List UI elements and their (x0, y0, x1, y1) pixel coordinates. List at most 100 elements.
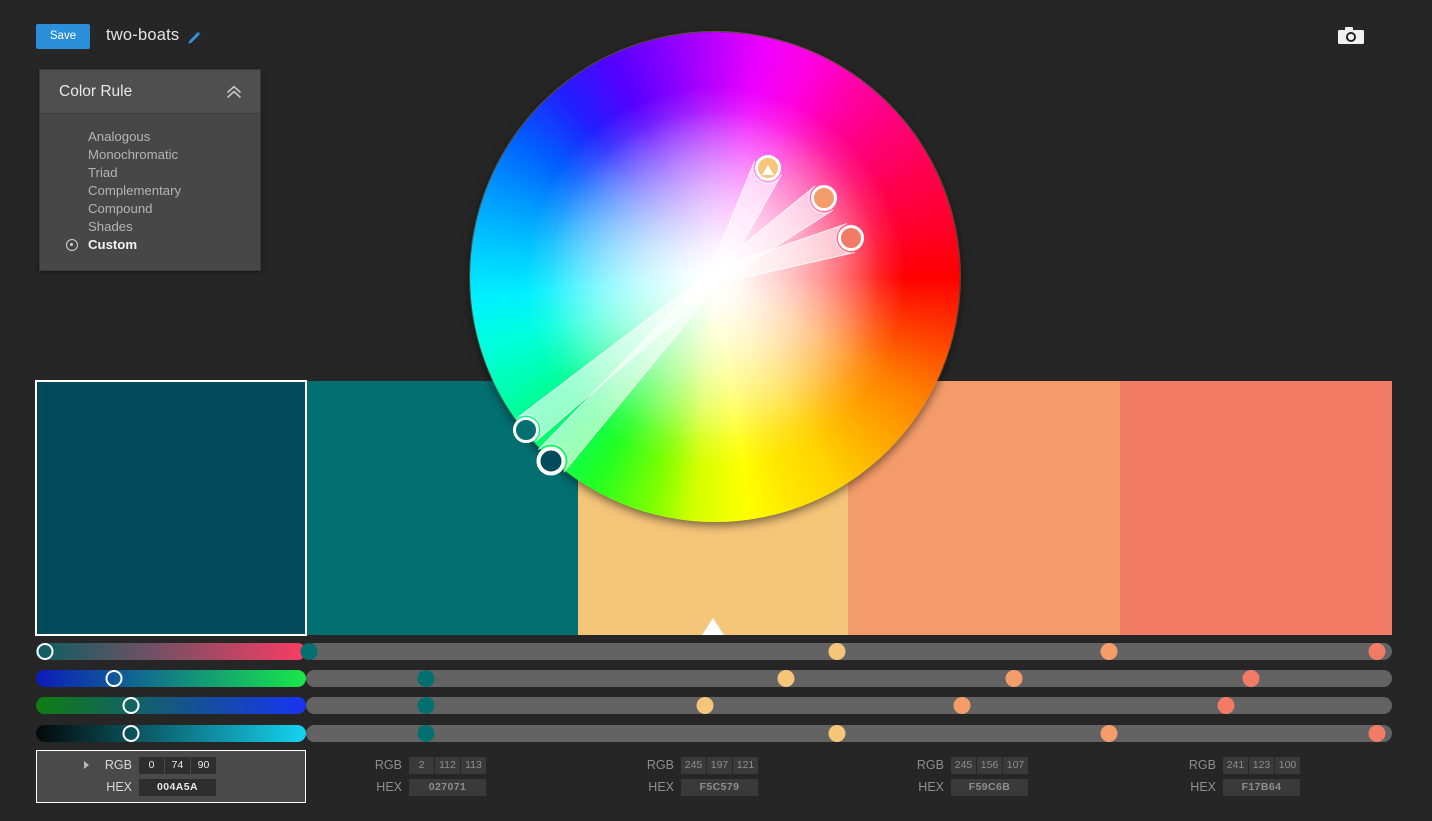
wheel-marker-stem-2 (516, 270, 721, 443)
document-title: two-boats (106, 26, 180, 44)
rgb-channel-g-field[interactable]: 112 (435, 756, 460, 774)
rgb-channel-g-field[interactable]: 123 (1249, 756, 1274, 774)
rgb-channel-r-field[interactable]: 0 (139, 756, 164, 774)
hex-value-field[interactable]: 027071 (409, 778, 486, 796)
rule-option-label: Custom (88, 237, 138, 252)
rgb-channel-b-field[interactable]: 107 (1003, 756, 1028, 774)
blue-slider-handle-4[interactable] (953, 697, 971, 714)
hex-readout-row: HEX F59C6B (910, 778, 1029, 796)
expand-triangle-icon[interactable] (84, 761, 89, 769)
rule-option-custom[interactable]: Custom (40, 236, 260, 254)
rgb-channel-b-field[interactable]: 113 (461, 756, 486, 774)
rule-option-shades[interactable]: Shades (40, 218, 260, 236)
green-slider[interactable] (36, 668, 1392, 689)
hex-readout-row: HEX F17B64 (1182, 778, 1301, 796)
red-slider[interactable] (36, 641, 1392, 662)
brightness-slider-handle-3[interactable] (828, 725, 846, 742)
rgb-label: RGB (104, 758, 132, 772)
palette-swatch-5[interactable] (1120, 381, 1392, 635)
brightness-slider[interactable] (36, 723, 1392, 744)
hex-value-field[interactable]: 004A5A (139, 778, 216, 796)
color-wheel[interactable] (470, 32, 960, 522)
red-slider-handle-3[interactable] (828, 643, 846, 660)
color-readout-4[interactable]: RGB 245 156 107 HEX F59C6B (848, 750, 1120, 803)
green-slider-handle-1[interactable] (105, 670, 123, 687)
blue-slider[interactable] (36, 695, 1392, 716)
rule-option-complementary[interactable]: Complementary (40, 182, 260, 200)
rgb-channel-b-field[interactable]: 90 (191, 756, 216, 774)
green-slider-handle-4[interactable] (1005, 670, 1023, 687)
color-value-readouts: RGB 0 74 90 HEX 004A5A RGB 2 112 113 HEX 027071 RGB 2… (36, 750, 1392, 803)
hex-value-field[interactable]: F17B64 (1223, 778, 1300, 796)
hex-label: HEX (106, 780, 132, 794)
green-slider-handle-5[interactable] (1242, 670, 1260, 687)
color-readout-3[interactable]: RGB 245 197 121 HEX F5C579 (578, 750, 848, 803)
rgb-label: RGB (646, 758, 674, 772)
rule-option-triad[interactable]: Triad (40, 164, 260, 182)
color-readout-1[interactable]: RGB 0 74 90 HEX 004A5A (36, 750, 306, 803)
red-slider-handle-4[interactable] (1100, 643, 1118, 660)
red-slider-handle-5[interactable] (1368, 643, 1386, 660)
rgb-channel-g-field[interactable]: 156 (977, 756, 1002, 774)
blue-slider-handle-3[interactable] (696, 697, 714, 714)
red-slider-handle-1[interactable] (36, 643, 54, 660)
blue-slider-handle-5[interactable] (1217, 697, 1235, 714)
camera-icon[interactable] (1337, 25, 1365, 47)
rgb-label: RGB (916, 758, 944, 772)
rgb-channel-r-field[interactable]: 245 (951, 756, 976, 774)
color-readout-2[interactable]: RGB 2 112 113 HEX 027071 (306, 750, 578, 803)
rgb-readout-row: RGB 241 123 100 (1182, 756, 1301, 774)
rgb-channel-g-field[interactable]: 197 (707, 756, 732, 774)
wheel-marker-1[interactable] (536, 446, 566, 476)
brightness-slider-handle-5[interactable] (1368, 725, 1386, 742)
green-slider-handle-3[interactable] (777, 670, 795, 687)
green-slider-track[interactable] (306, 670, 1392, 687)
hex-value-field[interactable]: F5C579 (681, 778, 758, 796)
pencil-icon[interactable] (185, 29, 203, 47)
channel-sliders (36, 641, 1392, 745)
rgb-label: RGB (1188, 758, 1216, 772)
red-slider-handle-2[interactable] (300, 643, 318, 660)
rgb-readout-row: RGB 245 156 107 (910, 756, 1029, 774)
rule-option-analogous[interactable]: Analogous (40, 128, 260, 146)
wheel-marker-4[interactable] (811, 185, 837, 211)
color-wheel-markers[interactable] (470, 32, 960, 522)
rgb-channel-r-field[interactable]: 245 (681, 756, 706, 774)
rule-option-label: Shades (88, 219, 133, 234)
rgb-channel-b-field[interactable]: 121 (733, 756, 758, 774)
green-slider-gradient-track[interactable] (36, 670, 306, 687)
rule-option-monochromatic[interactable]: Monochromatic (40, 146, 260, 164)
palette-swatch-1[interactable] (35, 380, 307, 636)
hex-readout-row: HEX 004A5A (98, 778, 217, 796)
hex-readout-row: HEX F5C579 (640, 778, 759, 796)
save-button[interactable]: Save (36, 24, 90, 49)
blue-slider-handle-1[interactable] (122, 697, 139, 714)
color-readout-5[interactable]: RGB 241 123 100 HEX F17B64 (1120, 750, 1392, 803)
blue-slider-gradient-track[interactable] (36, 697, 306, 714)
chevron-up-double-icon[interactable] (225, 83, 243, 101)
rgb-channel-g-field[interactable]: 74 (165, 756, 190, 774)
red-slider-gradient-track[interactable] (36, 643, 306, 660)
color-rule-title: Color Rule (59, 83, 133, 100)
hex-label: HEX (1190, 780, 1216, 794)
color-rule-header: Color Rule (40, 70, 260, 114)
rgb-readout-row: RGB 245 197 121 (640, 756, 759, 774)
blue-slider-handle-2[interactable] (417, 697, 435, 714)
rgb-channel-b-field[interactable]: 100 (1275, 756, 1300, 774)
rule-option-label: Analogous (88, 129, 151, 144)
brightness-slider-track[interactable] (306, 725, 1392, 742)
brightness-slider-handle-4[interactable] (1100, 725, 1118, 742)
hex-value-field[interactable]: F59C6B (951, 778, 1028, 796)
red-slider-track[interactable] (306, 643, 1392, 660)
rgb-readout-row: RGB 2 112 113 (368, 756, 487, 774)
rgb-channel-r-field[interactable]: 241 (1223, 756, 1248, 774)
rgb-channel-r-field[interactable]: 2 (409, 756, 434, 774)
brightness-slider-handle-2[interactable] (417, 725, 435, 742)
brightness-slider-gradient-track[interactable] (36, 725, 306, 742)
wheel-marker-2[interactable] (513, 417, 539, 443)
wheel-marker-5[interactable] (838, 225, 864, 251)
green-slider-handle-2[interactable] (417, 670, 435, 687)
rgb-label: RGB (374, 758, 402, 772)
brightness-slider-handle-1[interactable] (122, 725, 139, 742)
rule-option-compound[interactable]: Compound (40, 200, 260, 218)
